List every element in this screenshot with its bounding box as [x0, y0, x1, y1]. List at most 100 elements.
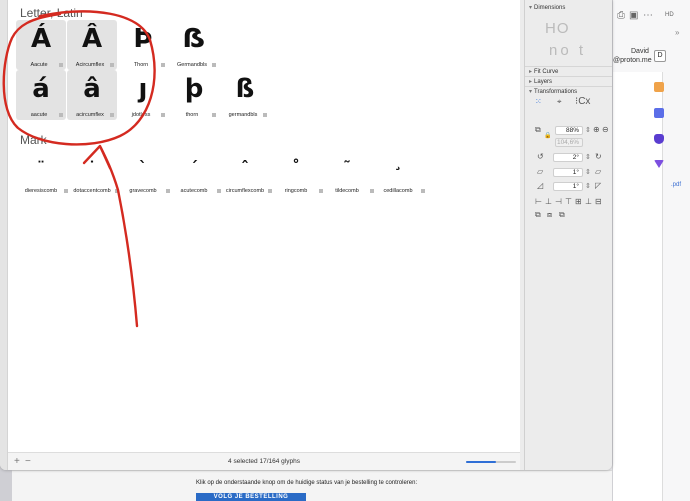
- color-mark-indicator: [217, 189, 221, 193]
- glyph-preview: Á: [30, 24, 52, 54]
- calendar-app-icon[interactable]: [654, 108, 664, 118]
- glyph-preview: ¸: [394, 152, 402, 171]
- origin-grid-icon[interactable]: ⁙: [535, 97, 542, 106]
- glyph-cell-Germandbls[interactable]: ẞ Germandbls: [169, 20, 219, 70]
- email-body-text: Klik op de onderstaande knop om de huidi…: [196, 480, 418, 486]
- glyph-cell-thorn[interactable]: þ thorn: [169, 70, 219, 120]
- scale-down-icon[interactable]: ⊖: [602, 125, 609, 134]
- zoom-slider-fill: [466, 461, 496, 463]
- inspector-panel: ▾ Dimensions HO no t ▸ Fit Curve ▸ Layers ▾…: [524, 0, 612, 470]
- color-mark-indicator: [161, 63, 165, 67]
- align-bottom-icon[interactable]: ⊥: [585, 197, 592, 206]
- hd-label: HD: [665, 12, 674, 18]
- disclosure-right-icon: ▸: [529, 69, 533, 75]
- scale-icon[interactable]: ⧉: [535, 125, 541, 135]
- distribute-icon[interactable]: ⊟: [595, 197, 602, 206]
- center-x-control[interactable]: ⁝Cx: [575, 96, 590, 107]
- align-right-icon[interactable]: ⊣: [555, 197, 562, 206]
- glyph-name-label: Aacute: [30, 62, 48, 68]
- scale-field[interactable]: 88%: [555, 126, 583, 135]
- color-mark-indicator: [421, 189, 425, 193]
- glyph-preview: ß: [235, 74, 255, 104]
- glyph-preview: `: [139, 158, 147, 177]
- glyph-cell-circumflexcomb[interactable]: ˆ circumflexcomb: [222, 158, 272, 194]
- layers-header[interactable]: ▸ Layers: [529, 78, 552, 85]
- rotate-ccw-icon[interactable]: ↺: [537, 152, 544, 161]
- scale-secondary-field[interactable]: 104,6%: [555, 138, 583, 147]
- divider: [525, 86, 612, 87]
- glyph-cell-dieresiscomb[interactable]: ¨ dieresiscomb: [18, 158, 68, 194]
- skew-left-icon[interactable]: ▱: [537, 167, 543, 176]
- chevron-right-icon[interactable]: »: [675, 28, 679, 37]
- shield-icon[interactable]: [654, 134, 664, 144]
- contacts-app-icon[interactable]: [654, 82, 664, 92]
- dimensions-preview-upper: HO: [545, 20, 570, 37]
- status-bar: + − 4 selected 17/164 glyphs: [8, 452, 520, 470]
- glyph-grid[interactable]: Letter, Latin Á Aacute Â Acircumflex Þ Thorn ẞ…: [8, 0, 520, 452]
- glyph-cell-Aacute[interactable]: Á Aacute: [16, 20, 66, 70]
- align-top-icon[interactable]: ⊤: [565, 197, 572, 206]
- zoom-slider[interactable]: [466, 461, 516, 463]
- color-mark-indicator: [268, 189, 272, 193]
- more-icon[interactable]: ⋯: [643, 10, 653, 21]
- skew-stepper-1[interactable]: ⇕: [585, 168, 591, 176]
- transformations-header[interactable]: ▾ Transformations: [529, 88, 577, 95]
- glyph-cell-aacute[interactable]: á aacute: [16, 70, 66, 120]
- track-order-button[interactable]: VOLG JE BESTELLING: [196, 493, 306, 501]
- lock-icon[interactable]: 🔒: [544, 132, 551, 139]
- layers-label: Layers: [534, 79, 553, 85]
- glyph-preview: ´: [190, 158, 198, 177]
- glyph-name-label: ringcomb: [284, 188, 308, 194]
- printer-icon[interactable]: ⎙: [617, 10, 625, 21]
- align-center-icon[interactable]: ⊥: [545, 197, 552, 206]
- glyph-name-label: Acircumflex: [75, 62, 105, 68]
- color-mark-indicator: [263, 113, 267, 117]
- skew-field-2[interactable]: 1°: [553, 182, 583, 191]
- glyph-name-label: dieresiscomb: [24, 188, 58, 194]
- glyph-preview: ˜: [343, 158, 351, 177]
- color-mark-indicator: [110, 63, 114, 67]
- glyph-cell-acutecomb[interactable]: ´ acutecomb: [171, 158, 221, 194]
- glyph-preview: ˚: [292, 158, 300, 177]
- slant-left-icon[interactable]: ◿: [537, 181, 543, 190]
- glyph-preview: á: [32, 74, 50, 104]
- triangle-app-icon[interactable]: [654, 160, 664, 168]
- skew-stepper-2[interactable]: ⇕: [585, 182, 591, 190]
- glyph-cell-cedillacomb[interactable]: ¸ cedillacomb: [375, 152, 425, 194]
- align-middle-icon[interactable]: ⊞: [575, 197, 582, 206]
- color-mark-indicator: [161, 113, 165, 117]
- glyph-cell-germandbls[interactable]: ß germandbls: [220, 70, 270, 120]
- skew-right-icon[interactable]: ▱: [595, 167, 601, 176]
- glyph-cell-gravecomb[interactable]: ` gravecomb: [120, 158, 170, 194]
- fit-curve-header[interactable]: ▸ Fit Curve: [529, 68, 558, 75]
- avatar[interactable]: D: [654, 50, 666, 62]
- slant-right-icon[interactable]: ◸: [595, 181, 601, 190]
- dimensions-header[interactable]: ▾ Dimensions: [529, 4, 565, 11]
- glyph-cell-jdotless[interactable]: ȷ jdotless: [118, 70, 168, 120]
- glyph-name-label: acutecomb: [180, 188, 208, 194]
- section-title-letter: Letter, Latin: [20, 6, 83, 20]
- glyph-cell-acircumflex[interactable]: â acircumflex: [67, 70, 117, 120]
- union-icon[interactable]: ⧉: [535, 210, 541, 220]
- rotate-cw-icon[interactable]: ↻: [595, 152, 602, 161]
- pdf-attachment[interactable]: .pdf: [671, 182, 681, 188]
- glyph-name-label: acircumflex: [76, 112, 104, 118]
- glyph-cell-Thorn[interactable]: Þ Thorn: [118, 20, 168, 70]
- rotate-field[interactable]: 2°: [553, 153, 583, 162]
- rotate-stepper[interactable]: ⇕: [585, 153, 591, 161]
- scale-up-icon[interactable]: ⊕: [593, 125, 600, 134]
- disclosure-right-icon: ▸: [529, 79, 533, 85]
- subtract-icon[interactable]: ⧈: [547, 210, 552, 220]
- crosshair-icon[interactable]: ⌖: [557, 97, 562, 107]
- archive-icon[interactable]: ▣: [629, 10, 638, 21]
- intersect-icon[interactable]: ⧉: [559, 210, 565, 220]
- glyph-cell-Acircumflex[interactable]: Â Acircumflex: [67, 20, 117, 70]
- glyph-preview: ˙: [88, 158, 96, 177]
- skew-field-1[interactable]: 1°: [553, 168, 583, 177]
- glyph-cell-tildecomb[interactable]: ˜ tildecomb: [324, 158, 374, 194]
- scale-stepper[interactable]: ⇕: [585, 126, 591, 134]
- align-left-icon[interactable]: ⊢: [535, 197, 542, 206]
- fit-curve-label: Fit Curve: [534, 69, 559, 75]
- glyph-cell-ringcomb[interactable]: ˚ ringcomb: [273, 158, 323, 194]
- glyph-cell-dotaccentcomb[interactable]: ˙ dotaccentcomb: [69, 158, 119, 194]
